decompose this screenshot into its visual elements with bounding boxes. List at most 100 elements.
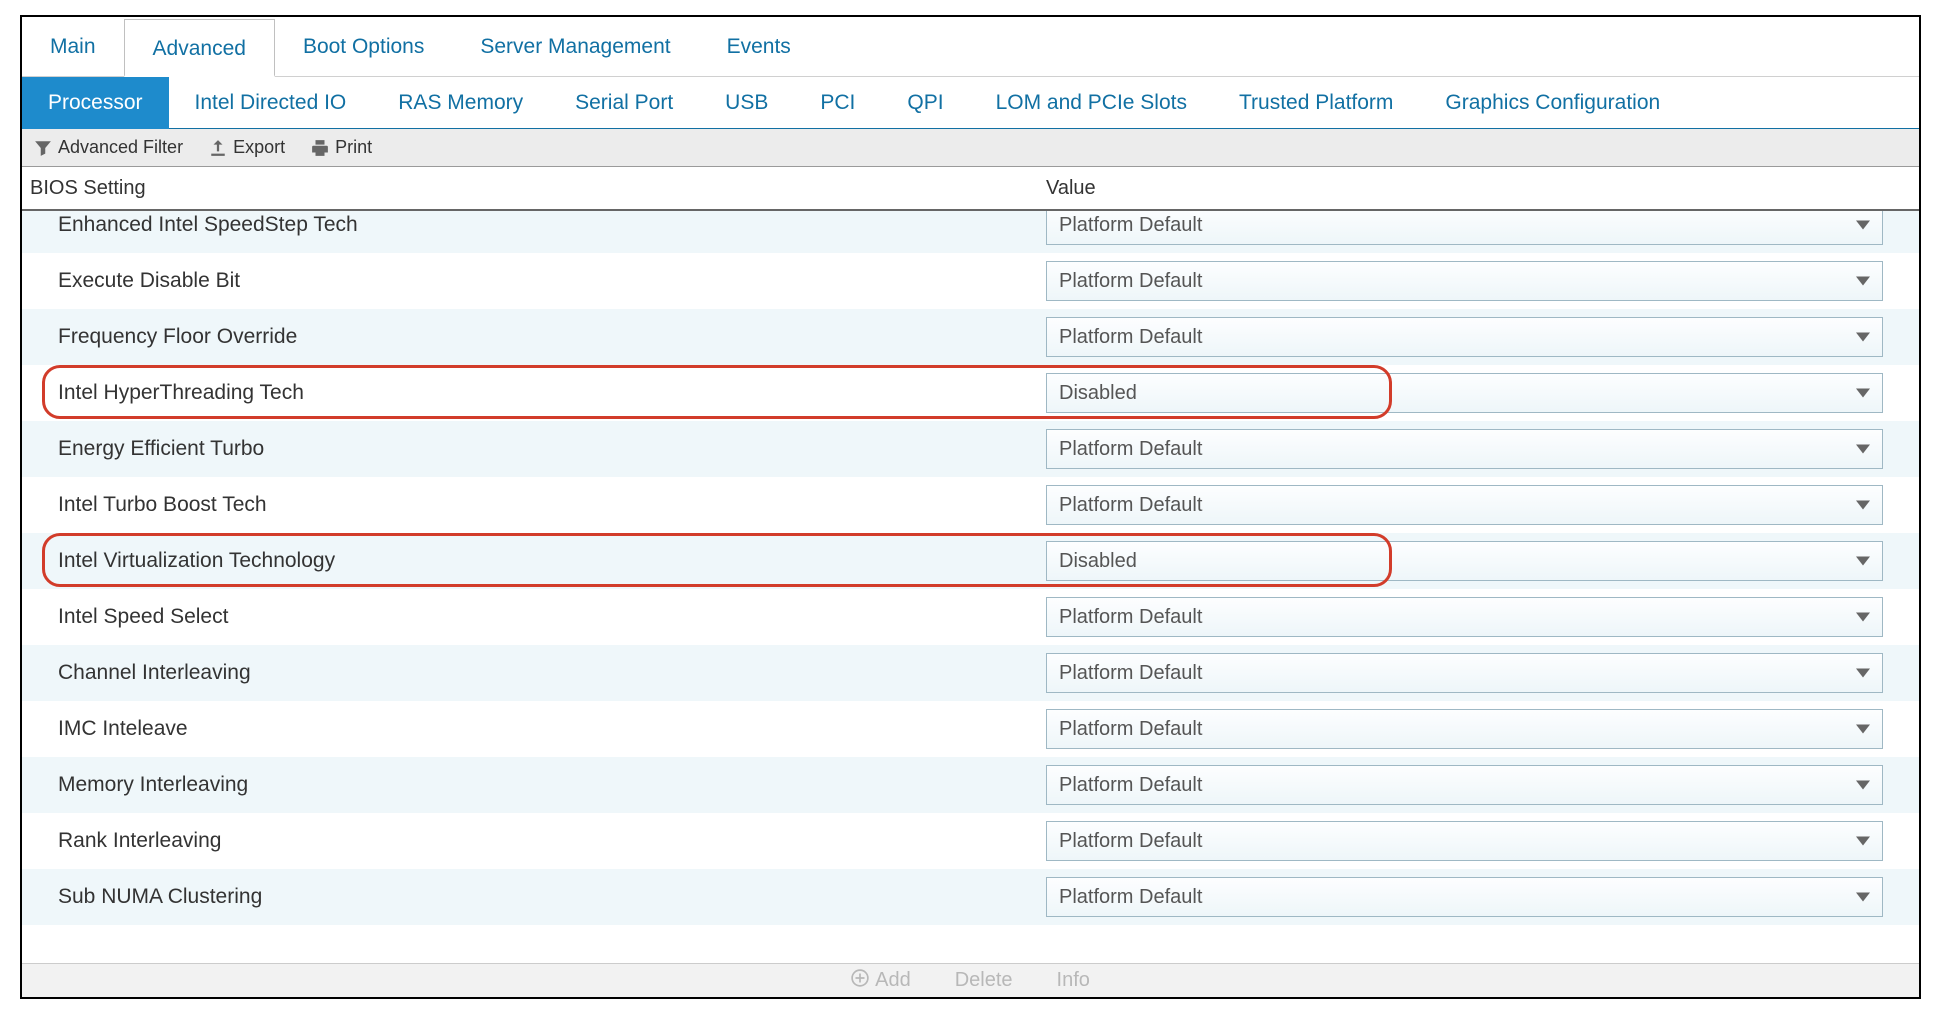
delete-button[interactable]: Delete bbox=[955, 969, 1013, 992]
setting-row: IMC Inteleave Platform Default bbox=[22, 701, 1919, 757]
setting-row: Rank Interleaving Platform Default bbox=[22, 813, 1919, 869]
setting-value-cell: Platform Default bbox=[1042, 877, 1919, 917]
setting-label: IMC Inteleave bbox=[22, 717, 1042, 741]
export-button[interactable]: Export bbox=[209, 137, 285, 158]
setting-label: Memory Interleaving bbox=[22, 773, 1042, 797]
setting-label: Enhanced Intel SpeedStep Tech bbox=[22, 213, 1042, 237]
secondary-tab-graphics-configuration[interactable]: Graphics Configuration bbox=[1419, 77, 1686, 129]
setting-value-select[interactable]: Platform Default bbox=[1046, 597, 1883, 637]
secondary-tab-processor[interactable]: Processor bbox=[22, 77, 169, 129]
setting-row: Memory Interleaving Platform Default bbox=[22, 757, 1919, 813]
secondary-tab-lom-and-pcie-slots[interactable]: LOM and PCIe Slots bbox=[970, 77, 1213, 129]
chevron-down-icon bbox=[1856, 221, 1870, 230]
setting-value-select[interactable]: Platform Default bbox=[1046, 485, 1883, 525]
setting-value-cell: Platform Default bbox=[1042, 261, 1919, 301]
secondary-tab-intel-directed-io[interactable]: Intel Directed IO bbox=[169, 77, 373, 129]
setting-value-cell: Platform Default bbox=[1042, 211, 1919, 245]
setting-value-cell: Platform Default bbox=[1042, 653, 1919, 693]
setting-value-text: Disabled bbox=[1059, 550, 1137, 573]
primary-tab-server-management[interactable]: Server Management bbox=[452, 18, 698, 76]
setting-value-select[interactable]: Platform Default bbox=[1046, 211, 1883, 245]
add-button[interactable]: Add bbox=[851, 969, 911, 993]
setting-value-select[interactable]: Platform Default bbox=[1046, 877, 1883, 917]
setting-value-select[interactable]: Platform Default bbox=[1046, 261, 1883, 301]
table-header: BIOS Setting Value bbox=[22, 167, 1919, 211]
setting-value-cell: Platform Default bbox=[1042, 485, 1919, 525]
chevron-down-icon bbox=[1856, 501, 1870, 510]
setting-value-cell: Platform Default bbox=[1042, 765, 1919, 805]
chevron-down-icon bbox=[1856, 781, 1870, 790]
setting-value-select[interactable]: Platform Default bbox=[1046, 317, 1883, 357]
setting-value-select[interactable]: Disabled bbox=[1046, 373, 1883, 413]
column-header-value: Value bbox=[1042, 177, 1919, 200]
primary-tab-events[interactable]: Events bbox=[699, 18, 819, 76]
setting-value-select[interactable]: Platform Default bbox=[1046, 429, 1883, 469]
setting-row: Channel InterleavingPlatform Default bbox=[22, 645, 1919, 701]
secondary-tab-usb[interactable]: USB bbox=[699, 77, 794, 129]
primary-tab-bar: MainAdvancedBoot OptionsServer Managemen… bbox=[22, 17, 1919, 77]
filter-icon bbox=[34, 139, 52, 157]
setting-label: Intel Turbo Boost Tech bbox=[22, 493, 1042, 517]
setting-value-text: Platform Default bbox=[1059, 606, 1202, 629]
setting-row: Intel Speed SelectPlatform Default bbox=[22, 589, 1919, 645]
settings-list: Enhanced Intel SpeedStep TechPlatform De… bbox=[22, 211, 1919, 963]
primary-tab-advanced[interactable]: Advanced bbox=[124, 19, 275, 77]
setting-value-cell: Platform Default bbox=[1042, 597, 1919, 637]
add-icon bbox=[851, 969, 869, 993]
chevron-down-icon bbox=[1856, 613, 1870, 622]
setting-value-text: Platform Default bbox=[1059, 662, 1202, 685]
setting-value-select[interactable]: Disabled bbox=[1046, 541, 1883, 581]
secondary-tab-qpi[interactable]: QPI bbox=[881, 77, 969, 129]
setting-value-cell: Disabled bbox=[1042, 541, 1919, 581]
chevron-down-icon bbox=[1856, 333, 1870, 342]
setting-value-select[interactable]: Platform Default bbox=[1046, 765, 1883, 805]
chevron-down-icon bbox=[1856, 725, 1870, 734]
advanced-filter-button[interactable]: Advanced Filter bbox=[34, 137, 183, 158]
setting-value-text: Platform Default bbox=[1059, 270, 1202, 293]
chevron-down-icon bbox=[1856, 389, 1870, 398]
add-label: Add bbox=[875, 969, 911, 992]
setting-row: Enhanced Intel SpeedStep TechPlatform De… bbox=[22, 211, 1919, 253]
secondary-tab-trusted-platform[interactable]: Trusted Platform bbox=[1213, 77, 1419, 129]
primary-tab-main[interactable]: Main bbox=[22, 18, 124, 76]
setting-label: Execute Disable Bit bbox=[22, 269, 1042, 293]
secondary-tab-serial-port[interactable]: Serial Port bbox=[549, 77, 699, 129]
setting-label: Sub NUMA Clustering bbox=[22, 885, 1042, 909]
secondary-tab-bar: ProcessorIntel Directed IORAS MemorySeri… bbox=[22, 77, 1919, 129]
setting-value-text: Disabled bbox=[1059, 382, 1137, 405]
setting-value-text: Platform Default bbox=[1059, 438, 1202, 461]
setting-value-text: Platform Default bbox=[1059, 830, 1202, 853]
setting-label: Rank Interleaving bbox=[22, 829, 1042, 853]
footer-action-bar: Add Delete Info bbox=[22, 963, 1919, 997]
setting-value-text: Platform Default bbox=[1059, 886, 1202, 909]
setting-value-select[interactable]: Platform Default bbox=[1046, 821, 1883, 861]
info-button[interactable]: Info bbox=[1057, 969, 1090, 992]
setting-value-cell: Disabled bbox=[1042, 373, 1919, 413]
setting-row: Sub NUMA Clustering Platform Default bbox=[22, 869, 1919, 925]
setting-row: Execute Disable Bit Platform Default bbox=[22, 253, 1919, 309]
setting-label: Frequency Floor Override bbox=[22, 325, 1042, 349]
setting-value-text: Platform Default bbox=[1059, 326, 1202, 349]
setting-label: Intel HyperThreading Tech bbox=[22, 381, 1042, 405]
print-icon bbox=[311, 139, 329, 157]
setting-value-select[interactable]: Platform Default bbox=[1046, 653, 1883, 693]
setting-value-cell: Platform Default bbox=[1042, 709, 1919, 749]
setting-value-cell: Platform Default bbox=[1042, 821, 1919, 861]
setting-value-text: Platform Default bbox=[1059, 718, 1202, 741]
chevron-down-icon bbox=[1856, 837, 1870, 846]
chevron-down-icon bbox=[1856, 277, 1870, 286]
setting-value-text: Platform Default bbox=[1059, 494, 1202, 517]
setting-value-text: Platform Default bbox=[1059, 774, 1202, 797]
setting-label: Energy Efficient Turbo bbox=[22, 437, 1042, 461]
print-button[interactable]: Print bbox=[311, 137, 372, 158]
toolbar: Advanced Filter Export Print bbox=[22, 129, 1919, 167]
advanced-filter-label: Advanced Filter bbox=[58, 137, 183, 158]
primary-tab-boot-options[interactable]: Boot Options bbox=[275, 18, 452, 76]
chevron-down-icon bbox=[1856, 445, 1870, 454]
chevron-down-icon bbox=[1856, 669, 1870, 678]
secondary-tab-pci[interactable]: PCI bbox=[794, 77, 881, 129]
secondary-tab-ras-memory[interactable]: RAS Memory bbox=[372, 77, 549, 129]
info-label: Info bbox=[1057, 969, 1090, 992]
setting-value-select[interactable]: Platform Default bbox=[1046, 709, 1883, 749]
chevron-down-icon bbox=[1856, 893, 1870, 902]
